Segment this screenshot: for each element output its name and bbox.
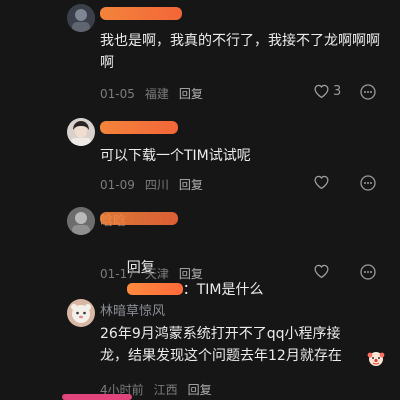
redacted-username <box>100 121 178 134</box>
reply-button[interactable]: 回复 <box>179 85 203 102</box>
comment-text: 我也是啊，我真的不行了，我接不了龙啊啊啊啊 <box>100 33 380 71</box>
username: 林暗草惊风 <box>100 304 166 319</box>
like-button[interactable]: 3 <box>313 83 341 99</box>
like-button[interactable] <box>313 174 330 190</box>
more-icon[interactable] <box>360 175 376 191</box>
redacted-username <box>100 7 182 20</box>
reply-button[interactable]: 回复 <box>179 176 203 193</box>
heart-icon <box>314 264 329 279</box>
comment-meta: 01-09 四川 回复 <box>100 176 203 193</box>
redacted-mention <box>126 283 183 295</box>
comment-text: 可以下载一个TIM试试呢 <box>100 148 251 164</box>
comment-meta: 01-17 天津 回复 <box>100 265 203 282</box>
redacted-username <box>100 212 178 225</box>
comment-meta: 01-05 福建 回复 <box>100 85 203 102</box>
avatar[interactable] <box>67 207 95 235</box>
comment-list: 我也是啊，我真的不行了，我接不了龙啊啊啊啊 01-05 福建 回复 3 可以下载… <box>0 0 400 400</box>
comment-text: 26年9月鸿蒙系统打开不了qq小程序接龙，结果发现这个问题去年12月就存在 <box>100 326 342 364</box>
comment-date: 01-05 <box>100 86 135 101</box>
like-button[interactable] <box>313 263 330 279</box>
comment-date: 01-17 <box>100 266 135 281</box>
avatar[interactable] <box>67 118 95 146</box>
reply-button[interactable]: 回复 <box>179 265 203 282</box>
reply-button[interactable]: 回复 <box>188 381 212 398</box>
input-indicator <box>62 394 132 400</box>
avatar[interactable] <box>67 299 95 327</box>
avatar[interactable] <box>67 4 95 32</box>
comment-date: 01-09 <box>100 177 135 192</box>
comment-location: 江西 <box>153 383 178 397</box>
more-icon[interactable] <box>360 84 376 100</box>
comment-location: 四川 <box>144 178 169 192</box>
heart-icon <box>314 175 329 190</box>
clown-emoji-icon <box>367 352 385 366</box>
more-icon[interactable] <box>360 264 376 280</box>
reply-text: ：TIM是什么 <box>182 282 264 298</box>
comment-location: 福建 <box>144 87 169 101</box>
heart-icon <box>314 84 329 99</box>
like-count: 3 <box>333 83 342 99</box>
comment-location: 天津 <box>144 267 169 281</box>
